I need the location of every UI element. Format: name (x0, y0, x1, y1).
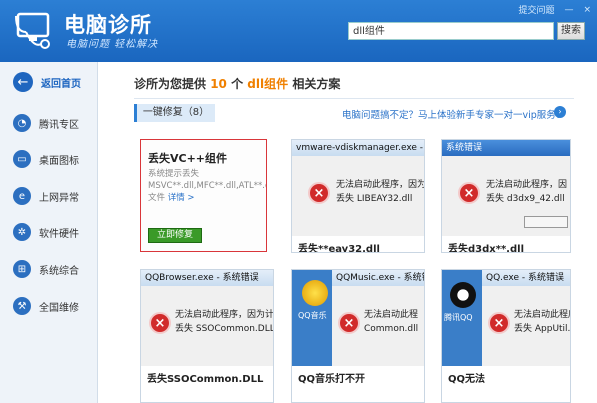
error-window-body: × 无法启动此程序，因为计 丢失 SSOCommon.DLL (141, 286, 273, 366)
error-x-icon: × (488, 312, 510, 334)
app-header: 电脑诊所 电脑问题 轻松解决 提交问题 — × dll组件 搜索 (0, 0, 597, 62)
error-window-body: × 无法启动此程序，因为 丢失 LIBEAY32.dll (292, 156, 424, 236)
error-line-1: 无法启动此程序，因为计 (175, 310, 274, 320)
results-headline: 诊所为您提供 10 个 dll组件 相关方案 (134, 75, 340, 92)
search-input[interactable]: dll组件 (348, 22, 554, 40)
headline-suffix: 相关方案 (292, 77, 341, 91)
solution-card[interactable]: 腾讯QQ QQ.exe - 系统错误 × 无法启动此程序 丢失 AppUtil.… (441, 269, 571, 403)
card-caption: QQ无法 (448, 374, 486, 385)
search-button[interactable]: 搜索 (557, 22, 585, 40)
error-x-icon: × (338, 312, 360, 334)
ok-button-image (524, 216, 568, 228)
sidebar-item-label: 系统综合 (39, 265, 79, 277)
solution-card[interactable]: vmware-vdiskmanager.exe - × 无法启动此程序，因为 丢… (291, 139, 425, 253)
card-caption: QQ音乐打不开 (298, 374, 366, 385)
result-count: 10 (210, 77, 227, 91)
error-x-icon: × (308, 182, 330, 204)
error-screenshot: vmware-vdiskmanager.exe - × 无法启动此程序，因为 丢… (292, 140, 424, 236)
error-screenshot: 腾讯QQ QQ.exe - 系统错误 × 无法启动此程序 丢失 AppUtil.… (442, 270, 570, 366)
error-line-2: 丢失 SSOCommon.DLL (175, 324, 274, 334)
error-window-title-text: 系统错误 (446, 143, 483, 153)
gear-icon: ✲ (13, 223, 31, 241)
sidebar-item-home[interactable]: ← 返回首页 (0, 67, 97, 97)
solution-card[interactable]: QQ音乐 QQMusic.exe - 系统错 × 无法启动此程 Common.d… (291, 269, 425, 403)
app-slogan: 电脑问题 轻松解决 (66, 39, 159, 50)
headline-unit: 个 (231, 77, 244, 91)
sidebar-item-label: 桌面图标 (39, 155, 79, 167)
fix-card-title: 丢失VC++组件 (148, 152, 228, 165)
section-label: 一键修复（8） (134, 104, 215, 122)
sidebar-item-internet[interactable]: e 上网异常 (0, 181, 97, 211)
wrench-icon: ⚒ (13, 297, 31, 315)
window-controls: 提交问题 — × (518, 3, 591, 17)
fix-card-desc: 系统提示丢失MSVC**.dll,MFC**.dll,ATL**.dll文件 详… (148, 168, 266, 204)
error-line-1: 无法启动此程序，因 (486, 180, 568, 190)
sidebar-item-label: 腾讯专区 (39, 119, 79, 131)
vip-service-link[interactable]: 电脑问题搞不定？马上体验新手专家一对一vip服务！ (342, 107, 565, 121)
card-caption: 丢失d3dx**.dll (448, 244, 524, 253)
error-window-title: 系统错误 (442, 140, 570, 156)
bell-icon: ◔ (13, 114, 31, 132)
sidebar-item-repair[interactable]: ⚒ 全国维修 (0, 291, 97, 321)
error-window-title: vmware-vdiskmanager.exe - (292, 140, 424, 156)
card-caption: 丢失SSOCommon.DLL (147, 374, 264, 385)
submit-question-link[interactable]: 提交问题 (518, 3, 554, 16)
sidebar-item-label: 全国维修 (39, 302, 79, 314)
error-line-2: 丢失 LIBEAY32.dll (336, 194, 413, 204)
sidebar-item-label: 软件硬件 (39, 228, 79, 240)
error-screenshot: 系统错误 × 无法启动此程序，因 丢失 d3dx9_42.dll (442, 140, 570, 236)
sidebar: ← 返回首页 ◔ 腾讯专区 ▭ 桌面图标 e 上网异常 ✲ 软件硬件 ⊞ 系统综… (0, 62, 98, 403)
error-window: QQMusic.exe - 系统错 × 无法启动此程 Common.dll (332, 270, 424, 366)
error-x-icon: × (458, 182, 480, 204)
error-line-2: 丢失 AppUtil.dl (514, 324, 571, 334)
solution-card[interactable]: QQBrowser.exe - 系统错误 × 无法启动此程序，因为计 丢失 SS… (140, 269, 274, 403)
fix-card-vc[interactable]: 丢失VC++组件 系统提示丢失MSVC**.dll,MFC**.dll,ATL*… (140, 139, 267, 252)
ie-icon: e (13, 187, 31, 205)
qq-penguin-icon (450, 282, 476, 308)
main-content: 诊所为您提供 10 个 dll组件 相关方案 一键修复（8） 电脑问题搞不定？马… (98, 62, 597, 403)
error-line-1: 无法启动此程 (364, 310, 419, 320)
error-window: QQ.exe - 系统错误 × 无法启动此程序 丢失 AppUtil.dl (482, 270, 571, 366)
sidebar-item-tencent[interactable]: ◔ 腾讯专区 (0, 108, 97, 138)
desktop-icon-label: 腾讯QQ (444, 313, 473, 322)
close-button[interactable]: × (583, 5, 591, 15)
details-link[interactable]: 详情 > (168, 193, 195, 203)
error-window-title: QQMusic.exe - 系统错 (332, 270, 424, 286)
monitor-icon: ▭ (13, 150, 31, 168)
search-keyword: dll组件 (247, 77, 289, 91)
headline-prefix: 诊所为您提供 (134, 77, 207, 91)
error-line-2: 丢失 d3dx9_42.dll (486, 194, 565, 204)
minimize-button[interactable]: — (564, 5, 573, 15)
stethoscope-monitor-logo-icon (15, 12, 50, 49)
windows-icon: ⊞ (13, 260, 31, 278)
back-arrow-icon: ← (13, 72, 33, 92)
error-x-icon: × (149, 312, 171, 334)
error-line-2: Common.dll (364, 324, 419, 334)
sidebar-item-system[interactable]: ⊞ 系统综合 (0, 254, 97, 284)
error-line-1: 无法启动此程序，因为 (336, 180, 425, 190)
desktop-icon-label: QQ音乐 (298, 311, 327, 320)
divider (134, 98, 574, 99)
fix-now-button[interactable]: 立即修复 (148, 228, 202, 243)
sidebar-item-software-hardware[interactable]: ✲ 软件硬件 (0, 217, 97, 247)
sidebar-item-label: 返回首页 (41, 78, 81, 90)
arrow-right-icon[interactable]: › (554, 106, 566, 118)
qqmusic-icon (302, 280, 328, 306)
error-screenshot: QQBrowser.exe - 系统错误 × 无法启动此程序，因为计 丢失 SS… (141, 270, 273, 366)
error-window-title: QQBrowser.exe - 系统错误 (141, 270, 273, 286)
error-window-body: × 无法启动此程序，因 丢失 d3dx9_42.dll (442, 156, 570, 236)
sidebar-item-desktop-icons[interactable]: ▭ 桌面图标 (0, 144, 97, 174)
card-caption: 丢失**eay32.dll (298, 244, 380, 253)
fix-card-desc-text: 系统提示丢失MSVC**.dll,MFC**.dll,ATL**.dll文件 (148, 169, 267, 203)
sidebar-item-label: 上网异常 (39, 192, 79, 204)
error-line-1: 无法启动此程序 (514, 310, 571, 320)
solution-card[interactable]: 系统错误 × 无法启动此程序，因 丢失 d3dx9_42.dll 丢失d3dx*… (441, 139, 571, 253)
error-window-title: QQ.exe - 系统错误 (482, 270, 570, 286)
error-screenshot: QQ音乐 QQMusic.exe - 系统错 × 无法启动此程 Common.d… (292, 270, 424, 366)
